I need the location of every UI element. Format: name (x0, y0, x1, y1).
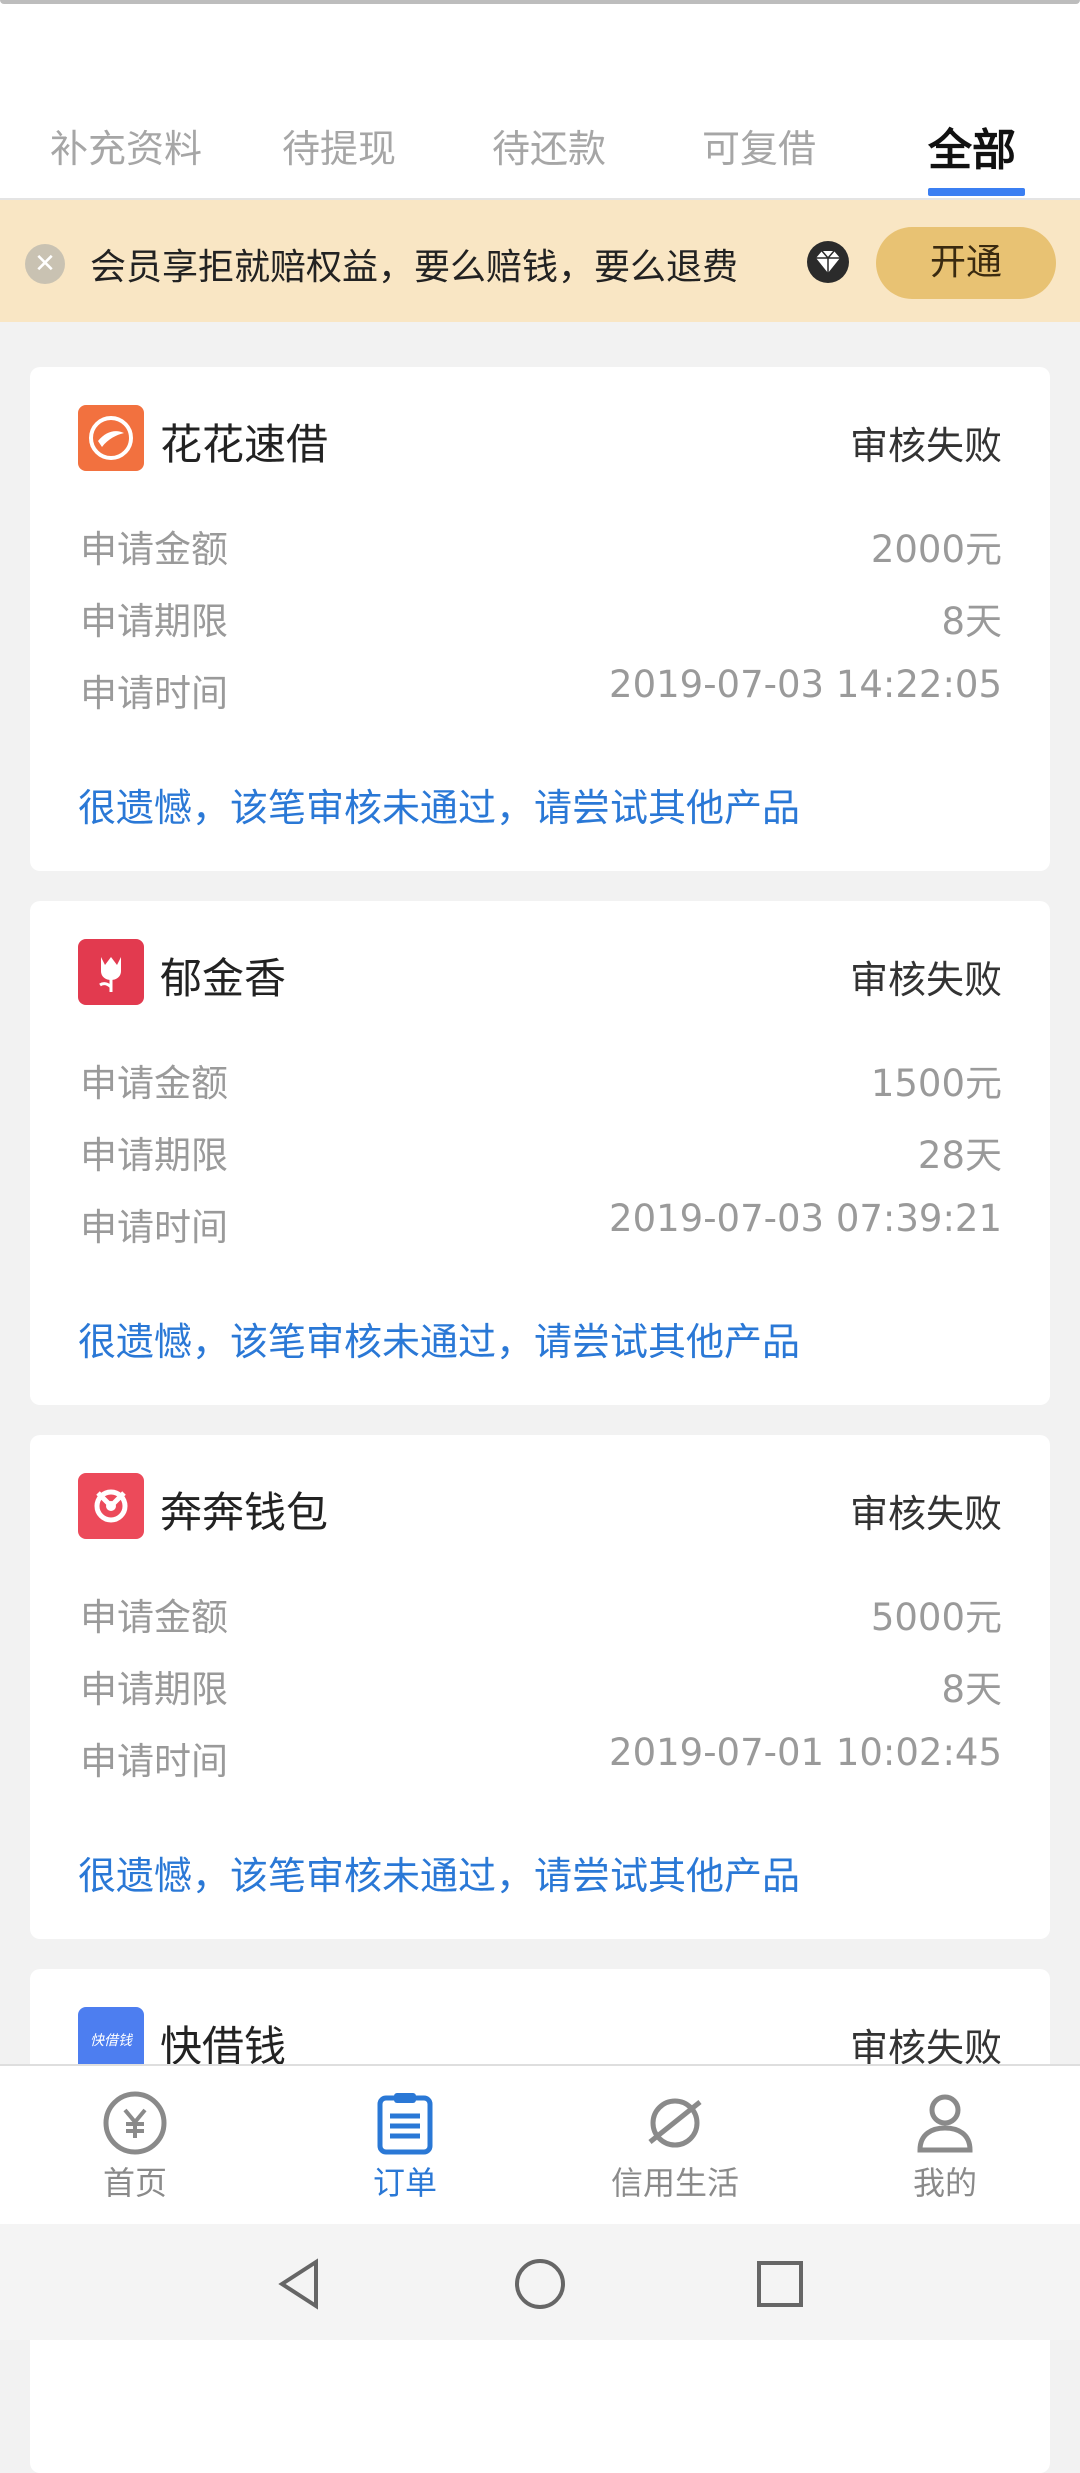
recent-apps-icon[interactable] (752, 2256, 808, 2312)
banner-text: 会员享拒就赔权益，要么赔钱，要么退费 (90, 247, 739, 288)
tab-supplement[interactable]: 补充资料 (50, 118, 202, 173)
order-card[interactable]: 花花速借 审核失败 申请金额 2000元 申请期限 8天 申请时间 2019-0… (30, 367, 1050, 871)
home-icon[interactable] (512, 2256, 568, 2312)
time-label: 申请时间 (80, 672, 228, 715)
order-status: 审核失败 (849, 958, 1002, 1002)
order-card[interactable]: 郁金香 审核失败 申请金额 1500元 申请期限 28天 申请时间 2019-0… (30, 901, 1050, 1405)
diamond-icon (807, 241, 849, 283)
nav-label: 订单 (372, 2164, 437, 2202)
tab-repay[interactable]: 待还款 (492, 118, 606, 173)
rejection-message[interactable]: 很遗憾，该笔审核未通过，请尝试其他产品 (78, 1311, 800, 1366)
close-icon[interactable]: ✕ (25, 244, 65, 284)
membership-banner: ✕ 会员享拒就赔权益，要么赔钱，要么退费 开通 (0, 200, 1080, 322)
product-name: 奔奔钱包 (160, 1488, 329, 1537)
nav-label: 信用生活 (610, 2164, 739, 2202)
tab-reborrow[interactable]: 可复借 (702, 118, 816, 173)
tab-all[interactable]: 全部 (928, 114, 1016, 178)
active-tab-indicator (928, 188, 1025, 196)
term-label: 申请期限 (80, 600, 228, 643)
time-value: 2019-07-01 10:02:45 (609, 1731, 1002, 1774)
time-label: 申请时间 (80, 1206, 228, 1249)
time-value: 2019-07-03 14:22:05 (609, 663, 1002, 706)
order-tabs: 补充资料 待提现 待还款 可复借 全部 (0, 100, 1080, 198)
tab-withdraw[interactable]: 待提现 (282, 118, 396, 173)
tulip-logo-icon (78, 939, 144, 1005)
amount-value: 2000元 (870, 528, 1002, 571)
huahua-logo-icon (78, 405, 144, 471)
clipboard-icon (377, 2093, 433, 2155)
benben-logo-icon (78, 1473, 144, 1539)
time-value: 2019-07-03 07:39:21 (609, 1197, 1002, 1240)
top-shadow (0, 0, 1080, 4)
amount-label: 申请金额 (80, 1062, 228, 1105)
back-icon[interactable] (272, 2256, 328, 2312)
nav-home[interactable]: 首页 (0, 2066, 270, 2226)
order-status: 审核失败 (849, 1492, 1002, 1536)
product-name: 花花速借 (160, 420, 329, 469)
bottom-nav: 首页 订单 信用生活 我的 (0, 2064, 1080, 2226)
nav-credit-life[interactable]: 信用生活 (540, 2066, 810, 2226)
amount-label: 申请金额 (80, 1596, 228, 1639)
order-card[interactable]: 奔奔钱包 审核失败 申请金额 5000元 申请期限 8天 申请时间 2019-0… (30, 1435, 1050, 1939)
time-label: 申请时间 (80, 1740, 228, 1783)
amount-label: 申请金额 (80, 528, 228, 571)
system-nav-bar (0, 2224, 1080, 2340)
term-label: 申请期限 (80, 1668, 228, 1711)
rejection-message[interactable]: 很遗憾，该笔审核未通过，请尝试其他产品 (78, 777, 800, 832)
nav-label: 我的 (912, 2164, 977, 2202)
term-label: 申请期限 (80, 1134, 228, 1177)
planet-icon (648, 2098, 702, 2148)
term-value: 8天 (941, 600, 1002, 643)
term-value: 28天 (917, 1134, 1002, 1177)
rejection-message[interactable]: 很遗憾，该笔审核未通过，请尝试其他产品 (78, 1845, 800, 1900)
term-value: 8天 (941, 1668, 1002, 1711)
order-status: 审核失败 (849, 424, 1002, 468)
user-icon (917, 2094, 973, 2153)
amount-value: 5000元 (870, 1596, 1002, 1639)
nav-mine[interactable]: 我的 (810, 2066, 1080, 2226)
yen-icon (103, 2091, 167, 2155)
product-name: 郁金香 (160, 954, 287, 1003)
nav-orders[interactable]: 订单 (270, 2066, 540, 2226)
amount-value: 1500元 (870, 1062, 1002, 1105)
nav-label: 首页 (102, 2164, 167, 2202)
activate-button[interactable]: 开通 (876, 227, 1056, 299)
